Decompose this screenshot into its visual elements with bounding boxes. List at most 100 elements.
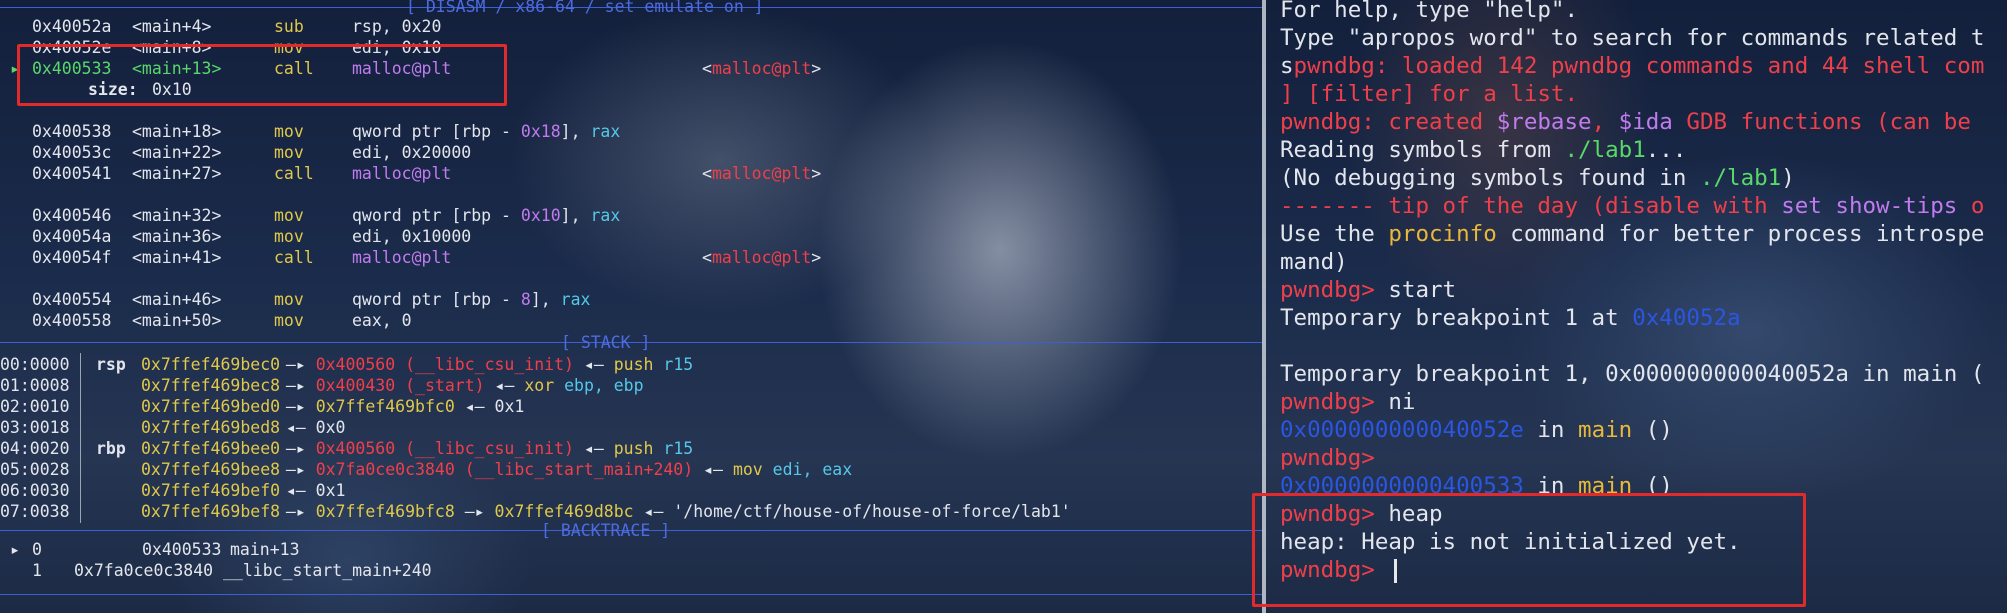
operand-sep: ], (530, 290, 561, 309)
stack-address: 0x7ffef469bee8 (141, 460, 281, 479)
call-target-bracket-open: < (702, 59, 712, 78)
gdb-command-pane[interactable]: For help, type "help". Type "apropos word… (1252, 0, 2007, 613)
call-target-bracket-close: > (811, 248, 822, 267)
backtrace-frame-function: main+13 (230, 540, 300, 559)
operand-sep: ], (560, 206, 591, 225)
stack-address: 0x7ffef469bec8 (141, 376, 281, 395)
disasm-mnemonic: mov (274, 122, 304, 141)
console-text: ni (1388, 389, 1416, 415)
stack-address: 0x7ffef469bed8 (141, 418, 281, 437)
console-text: ] [filter] for a list. (1280, 81, 1579, 107)
stack-title: [ STACK ] (561, 333, 651, 352)
stack-chain: —▸ 0x7ffef469bfc8 —▸ 0x7ffef469d8bc ◂— '… (286, 502, 1071, 522)
console-line: Use the procinfo command for better proc… (1280, 220, 2007, 248)
console-text: command for better process introspe (1496, 221, 1985, 247)
stack-offset: 00:0000 (0, 355, 70, 374)
stack-address: 0x7ffef469bef8 (141, 502, 281, 521)
disasm-operands: edi, 0x10000 (352, 227, 472, 246)
console-text: Temporary breakpoint 1, 0x00000000004005… (1280, 361, 1985, 387)
console-text: set show-tips (1781, 193, 1958, 219)
console-line: 0x000000000040052e in main () (1280, 416, 2007, 444)
disasm-mnemonic: mov (274, 206, 304, 225)
disasm-operands: malloc@plt (352, 248, 452, 267)
stack-register-label: rbp (96, 439, 126, 458)
console-line: pwndbg> ni (1280, 388, 2007, 416)
console-text: Type "apropos word" to search for comman… (1280, 25, 1985, 51)
annotation-arrow: ◂— (494, 376, 525, 395)
stack-chain: ◂— 0x0 (286, 418, 346, 438)
operand-offset: 0x18 (520, 122, 561, 141)
call-target-bracket-close: > (811, 164, 822, 183)
console-text: pwndbg> (1280, 389, 1389, 415)
console-text: 0x000000000040052e (1280, 417, 1524, 443)
console-text: pwndbg: loaded 142 pwndbg commands and 4… (1293, 53, 1985, 79)
deref-value: 0x7fa0ce0c3840 (__libc_start_main+240) (315, 460, 694, 479)
call-target: <malloc@plt> (702, 248, 821, 268)
call-target-bracket-open: < (702, 164, 712, 183)
stack-chain: —▸ 0x400560 (__libc_csu_init) ◂— push r1… (286, 355, 693, 375)
heap-command-highlight-box (1252, 493, 1806, 607)
stack-offset: 06:0030 (0, 481, 70, 500)
disasm-title: [ DISASM / x86-64 / set emulate on ] (406, 0, 764, 16)
annotation-arrow: ◂— (583, 355, 614, 374)
disasm-mnemonic: call (274, 164, 314, 183)
call-target-name: malloc@plt (711, 248, 812, 267)
deref-value: 0x400430 (_start) (315, 376, 485, 395)
deref-value: 0x7ffef469bfc0 (315, 397, 455, 416)
disasm-mnemonic: mov (274, 227, 304, 246)
console-text: procinfo (1388, 221, 1497, 247)
stack-offset: 03:0018 (0, 418, 70, 437)
console-text: 0x40052a (1632, 305, 1741, 331)
call-target-bracket-close: > (811, 59, 822, 78)
console-text: ) (1781, 165, 1795, 191)
console-text: mand) (1280, 249, 1348, 275)
disasm-operands: qword ptr [rbp - 8], rax (352, 290, 590, 310)
disasm-address: 0x40054f (32, 248, 112, 267)
stack-annotation: ◂— 0x0 (285, 418, 346, 437)
stack-offset: 05:0028 (0, 460, 70, 479)
stack-annotation: ◂— '/home/ctf/house-of/house-of-force/la… (643, 502, 1071, 521)
backtrace-frame-address: 0x400533 (142, 540, 222, 559)
operand-register: rax (560, 290, 591, 309)
disasm-symbol: <main+22> (132, 143, 222, 162)
disasm-operands: eax, 0 (352, 311, 412, 330)
stack-address: 0x7ffef469bed0 (141, 397, 281, 416)
operand-mem: qword ptr [rbp - (352, 122, 521, 141)
backtrace-title: [ BACKTRACE ] (541, 521, 671, 540)
console-text: Reading symbols from (1280, 137, 1565, 163)
stack-register-label: rsp (96, 355, 126, 374)
stack-chain: —▸ 0x400560 (__libc_csu_init) ◂— push r1… (286, 439, 693, 459)
backtrace-frame-index: 0 (32, 540, 42, 559)
annotation-mnemonic: push (613, 439, 654, 458)
deref-value: 0x7ffef469bfc8 (315, 502, 455, 521)
disasm-operands: rsp, 0x20 (352, 17, 442, 36)
console-text: () (1632, 417, 1673, 443)
disasm-symbol: <main+41> (132, 248, 222, 267)
disasm-operands: qword ptr [rbp - 0x18], rax (352, 122, 620, 142)
backtrace-frame-index: 1 (32, 561, 42, 580)
pwndbg-context-pane[interactable]: [ DISASM / x86-64 / set emulate on ] 0x4… (0, 0, 1262, 613)
console-text: $rebase (1496, 109, 1592, 135)
console-text: (No debugging symbols found in (1280, 165, 1700, 191)
deref-value: 0x400560 (__libc_csu_init) (315, 355, 574, 374)
disasm-address: 0x400541 (32, 164, 112, 183)
disasm-address: 0x400538 (32, 122, 112, 141)
stack-annotation: ◂— mov edi, eax (703, 460, 852, 479)
operand-register: rax (590, 206, 621, 225)
call-target-name: malloc@plt (711, 164, 812, 183)
console-text: $ida (1618, 109, 1673, 135)
terminal-screen: [ DISASM / x86-64 / set emulate on ] 0x4… (0, 0, 2007, 613)
disasm-symbol: <main+36> (132, 227, 222, 246)
stack-annotation: ◂— push r15 (584, 439, 693, 458)
disasm-operands: qword ptr [rbp - 0x10], rax (352, 206, 620, 226)
operand-mem: qword ptr [rbp - (352, 290, 521, 309)
disasm-address: 0x400546 (32, 206, 112, 225)
console-text: , (1591, 109, 1619, 135)
deref-arrow: —▸ (285, 376, 306, 395)
call-malloc-highlight-box (17, 44, 507, 106)
stack-offset: 07:0038 (0, 502, 70, 521)
console-text: ./lab1 (1564, 137, 1646, 163)
console-line: pwndbg: created $rebase, $ida GDB functi… (1280, 108, 2007, 136)
deref-arrow: —▸ (464, 502, 485, 521)
backtrace-frame-function: __libc_start_main+240 (223, 561, 432, 580)
